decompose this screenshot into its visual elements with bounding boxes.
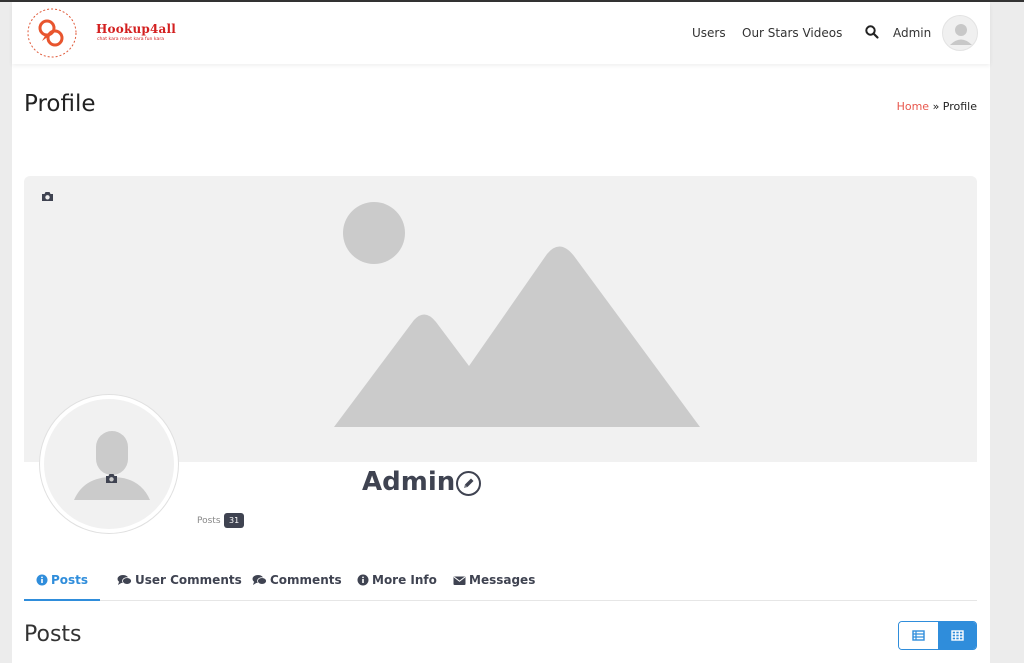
user-avatar[interactable] <box>942 15 978 51</box>
tab-messages[interactable]: Messages <box>453 565 535 601</box>
search-icon[interactable] <box>864 24 880 40</box>
breadcrumb-current: Profile <box>942 100 977 113</box>
nav-users[interactable]: Users <box>692 26 726 40</box>
profile-picture <box>40 395 178 533</box>
posts-count-badge: 31 <box>224 513 245 528</box>
list-view-button[interactable] <box>899 622 938 649</box>
tab-more-info[interactable]: More Info <box>357 565 437 601</box>
tab-comments[interactable]: Comments <box>252 565 342 601</box>
page-title: Profile <box>24 91 96 117</box>
tab-label: Messages <box>469 573 536 587</box>
grid-view-icon <box>951 630 964 641</box>
nav-admin[interactable]: Admin <box>893 26 931 40</box>
tab-label: Posts <box>51 573 89 587</box>
site-header: Hookup4all chat kara meet kara fun kara … <box>12 2 990 64</box>
tab-user-comments[interactable]: User Comments <box>117 565 242 601</box>
page: Hookup4all chat kara meet kara fun kara … <box>12 2 990 663</box>
view-toggle <box>898 621 977 650</box>
avatar-placeholder-icon <box>74 431 150 500</box>
tab-posts[interactable]: Posts <box>24 565 101 601</box>
info-icon <box>36 574 48 586</box>
comments-icon <box>117 575 132 585</box>
comments-icon <box>252 575 267 585</box>
change-avatar-camera-icon[interactable] <box>105 469 118 488</box>
profile-tabs: Posts User Comments Comments More Info M… <box>24 565 977 601</box>
nav-our-stars-videos[interactable]: Our Stars Videos <box>742 26 842 40</box>
list-view-icon <box>912 630 925 641</box>
tab-label: Comments <box>270 573 342 587</box>
avatar-placeholder-icon <box>950 24 972 45</box>
breadcrumb-home-link[interactable]: Home <box>897 100 929 113</box>
logo-emblem-icon <box>27 8 77 58</box>
posts-stat-label: Posts <box>197 516 221 526</box>
logo-title: Hookup4all <box>96 22 177 36</box>
edit-profile-pencil-icon[interactable] <box>456 471 481 496</box>
section-title: Posts <box>24 622 82 647</box>
tab-label: More Info <box>372 573 437 587</box>
profile-name: Admin <box>362 467 456 497</box>
change-cover-camera-icon[interactable] <box>41 187 54 206</box>
breadcrumb: Home » Profile <box>897 100 977 113</box>
tab-label: User Comments <box>135 573 242 587</box>
grid-view-button[interactable] <box>938 622 976 649</box>
envelope-icon <box>453 576 466 585</box>
site-logo[interactable]: Hookup4all chat kara meet kara fun kara <box>24 5 214 61</box>
logo-tagline: chat kara meet kara fun kara <box>97 37 165 42</box>
info-icon <box>357 574 369 586</box>
breadcrumb-separator: » <box>932 100 940 113</box>
